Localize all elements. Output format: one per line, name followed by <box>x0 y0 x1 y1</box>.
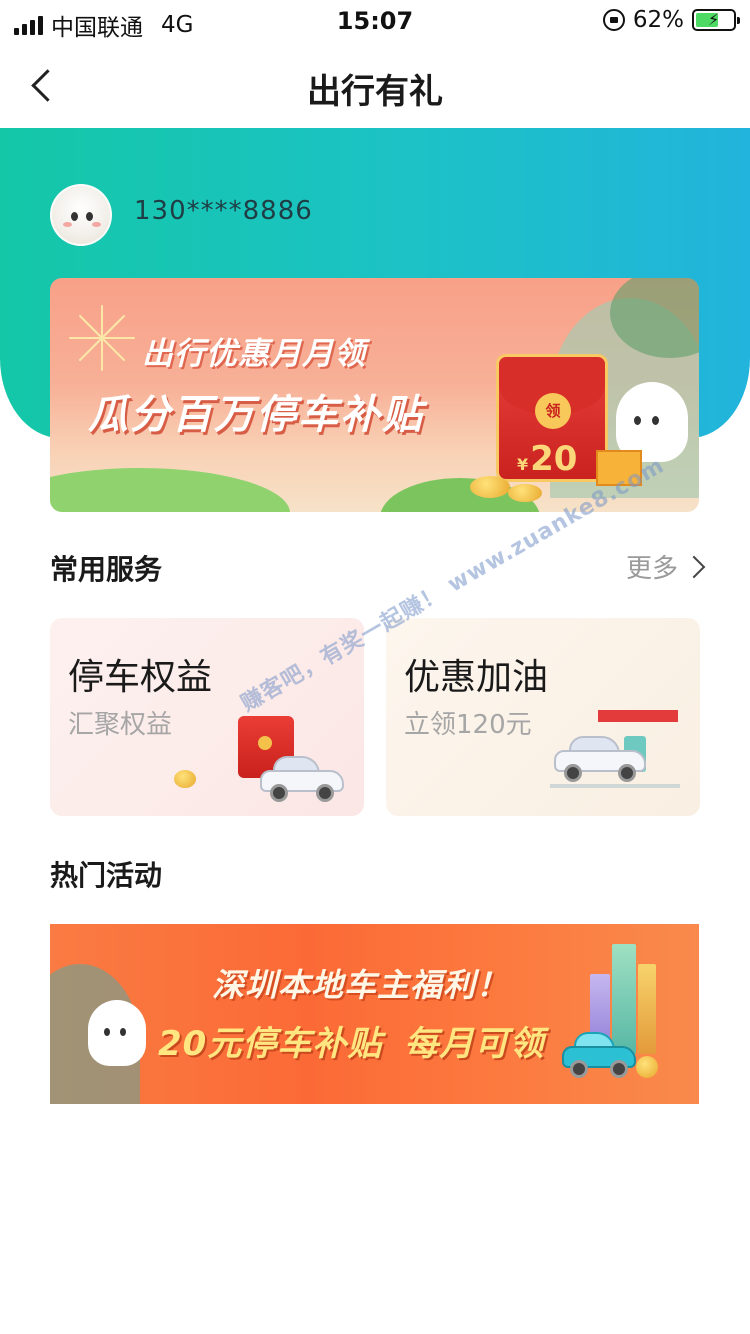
car-icon <box>554 736 646 784</box>
road-line <box>550 784 680 788</box>
coin-pile-icon <box>508 484 542 502</box>
mascot-eye <box>634 416 641 425</box>
activity-title: 深圳本地车主福利！ <box>212 966 510 1004</box>
coin-icon <box>174 770 196 788</box>
charging-bolt-icon: ⚡ <box>708 10 720 29</box>
activities-section-title: 热门活动 <box>50 859 163 892</box>
car-icon <box>260 756 344 804</box>
service-card-subtitle: 立领120元 <box>404 710 532 740</box>
page-title: 出行有礼 <box>307 72 443 112</box>
battery-icon: ⚡ <box>692 9 740 31</box>
mascot-eye <box>120 1028 126 1036</box>
page: 中国联通 4G 15:07 62% ⚡ 出行有礼 130****8886 出行优… <box>0 0 750 1334</box>
envelope-amount: 20 <box>530 439 578 479</box>
chevron-right-icon <box>682 555 706 578</box>
service-card-title: 停车权益 <box>68 657 213 698</box>
coin-icon <box>636 1056 658 1078</box>
battery-percent: 62% <box>632 7 684 33</box>
envelope-value: ¥20 <box>517 439 577 479</box>
coin-pile-icon <box>470 476 510 498</box>
mascot-eye <box>652 416 659 425</box>
status-bar: 中国联通 4G 15:07 62% ⚡ <box>0 0 750 41</box>
rotation-lock-icon <box>602 9 625 31</box>
service-card-fuel[interactable]: 优惠加油 立领120元 <box>386 618 700 816</box>
activity-subtitle-part2: 每月可领 <box>404 1024 545 1064</box>
envelope-currency: ¥ <box>517 455 529 474</box>
activity-subtitle: 20元停车补贴 每月可领 <box>158 1016 544 1065</box>
nav-bar: 出行有礼 <box>0 44 750 128</box>
more-label: 更多 <box>625 554 678 584</box>
mascot-eye <box>104 1028 110 1036</box>
avatar[interactable] <box>50 184 112 246</box>
banner-subtitle: 瓜分百万停车补贴 <box>88 392 424 438</box>
more-services-link[interactable]: 更多 <box>625 548 706 585</box>
status-right: 62% ⚡ <box>602 7 740 33</box>
firework-icon <box>69 305 135 371</box>
building-icon <box>638 964 656 1054</box>
gas-station-sign-icon <box>598 710 678 722</box>
activity-subtitle-part1: 20元停车补贴 <box>158 1024 383 1064</box>
avatar-eye <box>86 212 93 221</box>
envelope-seal: 领 <box>535 393 571 429</box>
building-icon <box>612 944 636 1054</box>
activity-banner[interactable]: 深圳本地车主福利！ 20元停车补贴 每月可领 <box>50 924 699 1104</box>
service-card-subtitle: 汇聚权益 <box>68 710 173 740</box>
avatar-eye <box>71 212 78 221</box>
user-phone: 130****8886 <box>134 196 313 226</box>
mascot-icon <box>88 1000 146 1066</box>
car-icon <box>562 1032 636 1080</box>
services-section-title: 常用服务 <box>50 553 163 586</box>
service-card-title: 优惠加油 <box>404 657 549 698</box>
red-envelope-icon: 领 ¥20 <box>496 354 608 482</box>
avatar-cheek <box>92 222 101 227</box>
hill-shape <box>50 468 290 512</box>
banner-title: 出行优惠月月领 <box>142 336 366 372</box>
avatar-cheek <box>63 222 72 227</box>
